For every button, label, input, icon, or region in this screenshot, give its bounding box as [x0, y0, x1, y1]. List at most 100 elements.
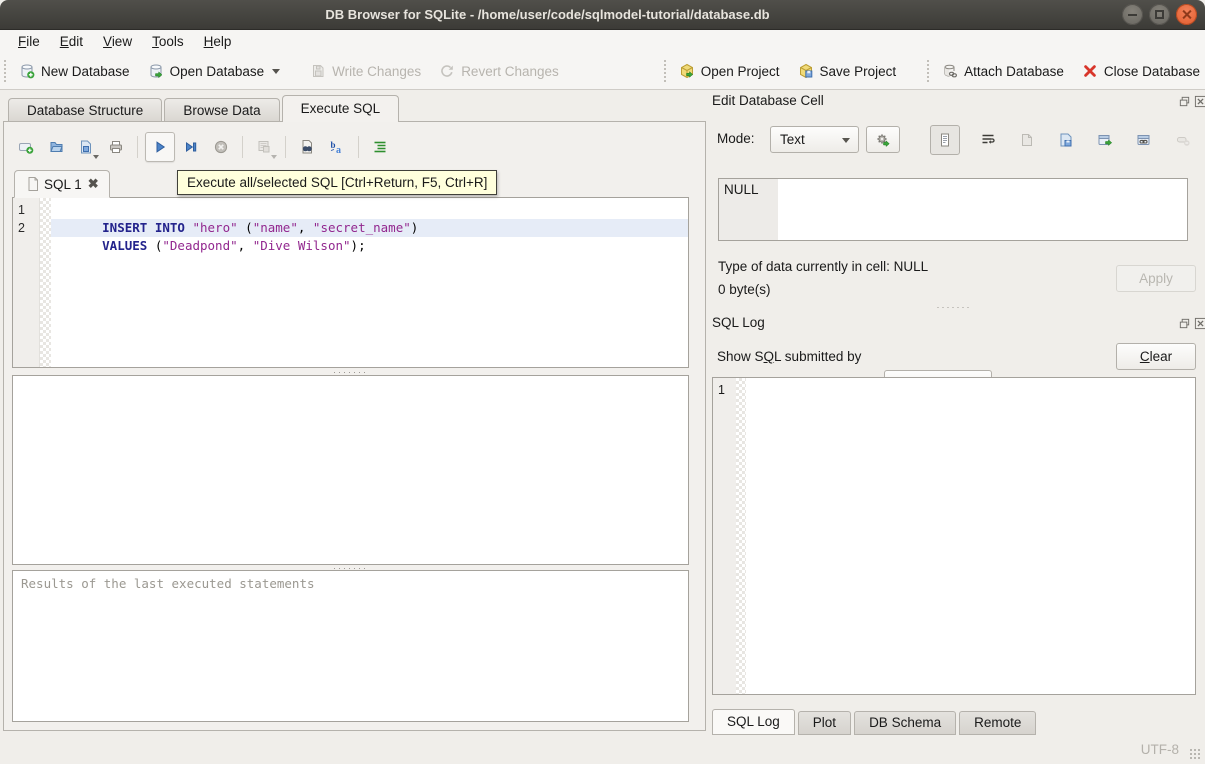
toolbar-button-label: Open Project — [701, 64, 780, 79]
log-text-area[interactable] — [746, 378, 1195, 694]
new-database-button[interactable]: New Database — [10, 59, 139, 83]
float-dock-icon[interactable] — [1178, 95, 1191, 108]
cell-value-editor[interactable]: NULL — [718, 178, 1188, 241]
dock-tab-remote[interactable]: Remote — [959, 711, 1036, 735]
toolbar-button-label: Close Database — [1104, 64, 1200, 79]
encoding-indicator[interactable]: UTF-8 — [1141, 742, 1179, 757]
maximize-icon — [1149, 4, 1170, 25]
menu-tools[interactable]: Tools — [142, 32, 194, 51]
menu-edit[interactable]: Edit — [50, 32, 93, 51]
print-sql-button[interactable] — [102, 132, 130, 162]
toolbar-drag-handle[interactable] — [664, 60, 666, 82]
log-line-gutter: 1 — [713, 378, 736, 694]
save-sql-file-icon — [78, 139, 94, 155]
sql-editor[interactable]: 1 2 INSERT INTO "hero" ("name", "secret_… — [12, 197, 689, 368]
sql-string: "secret_name" — [313, 220, 411, 235]
word-wrap-button[interactable] — [977, 128, 999, 152]
toolbar-separator — [285, 136, 286, 158]
menu-help[interactable]: Help — [194, 32, 242, 51]
cell-type-info: Type of data currently in cell: NULL — [718, 259, 928, 274]
cell-value-area[interactable] — [778, 179, 1187, 240]
toolbar-button-label: Attach Database — [964, 64, 1064, 79]
mode-select[interactable]: Text — [770, 126, 859, 153]
menu-file[interactable]: File — [8, 32, 50, 51]
float-dock-icon[interactable] — [1178, 317, 1191, 330]
sql-editor-toolbar: ba — [12, 130, 394, 164]
toolbar-drag-handle[interactable] — [927, 60, 929, 82]
sql-document-tab[interactable]: SQL 1 ✖ — [14, 170, 110, 198]
results-message-pane[interactable]: Results of the last executed statements — [12, 570, 689, 722]
save-project-button[interactable]: Save Project — [789, 59, 906, 83]
clear-log-button[interactable]: Clear — [1116, 343, 1196, 370]
sql-log-dock-title: SQL Log — [712, 315, 765, 330]
pane-splitter[interactable]: ······· — [12, 368, 689, 375]
stop-icon — [213, 139, 229, 155]
open-database-button[interactable]: Open Database — [139, 59, 290, 83]
copy-link-button[interactable] — [1133, 128, 1155, 152]
menu-view[interactable]: View — [93, 32, 142, 51]
revert-changes-icon — [439, 63, 455, 79]
window-title: DB Browser for SQLite - /home/user/code/… — [0, 0, 1095, 30]
edit-cell-dock-title: Edit Database Cell — [712, 93, 824, 108]
text-mode-button[interactable] — [930, 125, 960, 155]
line-number-gutter: 1 2 — [13, 198, 40, 367]
toolbar-button-label: New Database — [41, 64, 130, 79]
minimize-button[interactable] — [1122, 4, 1143, 25]
execute-tooltip: Execute all/selected SQL [Ctrl+Return, F… — [177, 170, 497, 195]
attach-database-button[interactable]: Attach Database — [933, 59, 1073, 83]
svg-text:b: b — [331, 140, 336, 150]
close-dock-icon[interactable] — [1194, 317, 1205, 330]
open-in-app-button[interactable] — [1094, 128, 1116, 152]
dock-tab-sql-log[interactable]: SQL Log — [712, 709, 795, 735]
line-number: 1 — [713, 381, 736, 399]
export-cell-button[interactable] — [1055, 128, 1077, 152]
sql-text: , — [298, 220, 313, 235]
find-replace-button[interactable] — [293, 132, 321, 162]
open-project-button[interactable]: Open Project — [670, 59, 789, 83]
toolbar-drag-handle[interactable] — [4, 60, 6, 82]
maximize-button[interactable] — [1149, 4, 1170, 25]
open-sql-file-button[interactable] — [42, 132, 70, 162]
cell-null-indicator: NULL — [719, 179, 778, 240]
results-grid-pane[interactable] — [12, 375, 689, 565]
toolbar-button-label: Save Project — [820, 64, 897, 79]
auto-format-icon: ba — [329, 139, 345, 155]
save-sql-file-button[interactable] — [72, 132, 100, 162]
close-dock-icon[interactable] — [1194, 95, 1205, 108]
toolbar-separator — [242, 136, 243, 158]
close-database-button[interactable]: Close Database — [1073, 59, 1205, 83]
show-sql-label: Show SQL submitted by — [717, 349, 861, 364]
dock-splitter[interactable]: ······· — [712, 303, 1196, 310]
tab-browse-data[interactable]: Browse Data — [164, 98, 279, 122]
open-database-dropdown-icon[interactable] — [272, 69, 280, 74]
dock-tab-plot[interactable]: Plot — [798, 711, 851, 735]
new-sql-tab-icon — [18, 139, 34, 155]
execute-line-button[interactable] — [177, 132, 205, 162]
sql-log-dock-buttons — [1178, 317, 1205, 330]
tab-execute-sql[interactable]: Execute SQL — [282, 95, 400, 122]
sql-log-view[interactable]: 1 — [712, 377, 1196, 695]
auto-apply-button[interactable] — [866, 126, 900, 153]
execute-sql-button[interactable] — [145, 132, 175, 162]
dock-tab-db-schema[interactable]: DB Schema — [854, 711, 956, 735]
code-line: INSERT INTO "hero" ("name", "secret_name… — [51, 201, 688, 219]
resize-grip[interactable] — [1189, 748, 1201, 760]
code-area[interactable]: INSERT INTO "hero" ("name", "secret_name… — [51, 198, 688, 367]
save-results-button — [250, 132, 278, 162]
auto-format-button[interactable]: ba — [323, 132, 351, 162]
main-toolbar: New Database Open Database Write Changes… — [0, 53, 1205, 90]
revert-changes-button: Revert Changes — [430, 59, 568, 83]
open-project-icon — [679, 63, 695, 79]
tab-database-structure[interactable]: Database Structure — [8, 98, 162, 122]
toolbar-button-label: Open Database — [170, 64, 265, 79]
sql-string: "name" — [253, 220, 298, 235]
open-external-icon — [1097, 132, 1113, 148]
new-sql-tab-button[interactable] — [12, 132, 40, 162]
sql-tab-close-icon[interactable]: ✖ — [88, 176, 99, 192]
save-sql-dropdown-icon[interactable] — [93, 155, 99, 159]
minimize-icon — [1122, 4, 1143, 25]
close-button[interactable] — [1176, 4, 1197, 25]
dock-tab-bar: SQL Log Plot DB Schema Remote — [712, 709, 1039, 735]
title-bar[interactable]: DB Browser for SQLite - /home/user/code/… — [0, 0, 1205, 30]
indent-lines-button[interactable] — [366, 132, 394, 162]
